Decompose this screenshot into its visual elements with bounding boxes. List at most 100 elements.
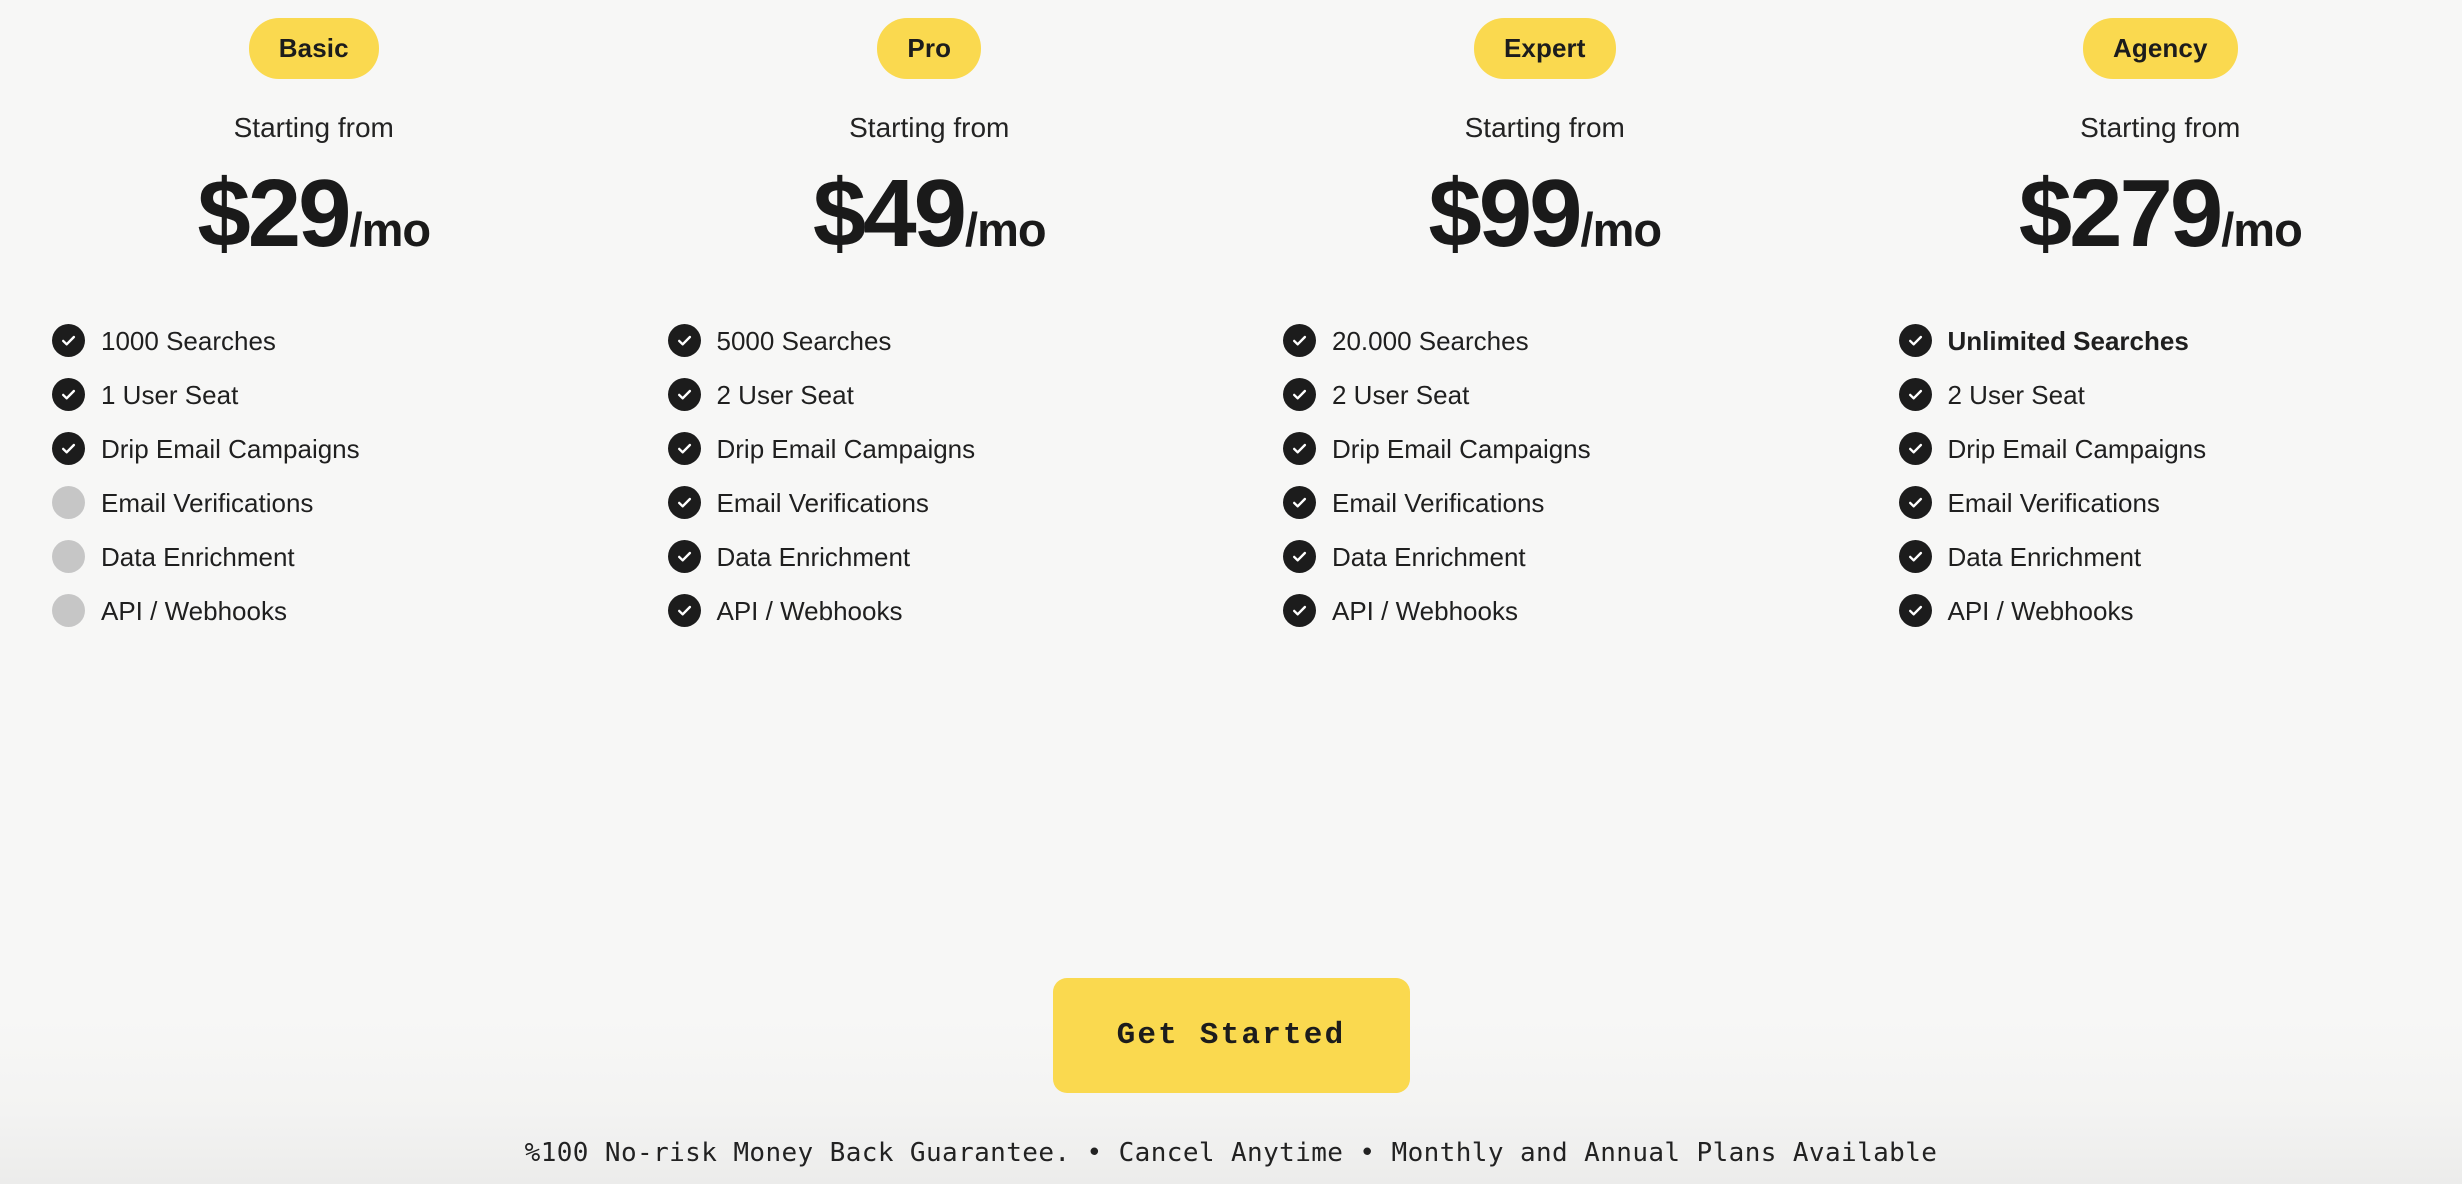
check-icon (1898, 594, 1932, 628)
pricing-plan-agency: Agency Starting from $279/mo Unlimited Sear… (1847, 0, 2462, 638)
feature-label: Drip Email Campaigns (101, 433, 360, 464)
starting-from-label: Starting from (2080, 112, 2241, 143)
disabled-dot-icon (52, 540, 85, 574)
check-icon (667, 432, 701, 466)
feature-row: Data Enrichment (52, 530, 616, 584)
check-icon (1898, 540, 1932, 574)
feature-label: 2 User Seat (716, 379, 854, 410)
check-icon (1898, 486, 1932, 520)
feature-list: 5000 Searches 2 User Seat Drip Email Campa… (616, 314, 1232, 638)
check-icon (1283, 594, 1316, 628)
plan-header: Agency Starting from $279/mo (1847, 18, 2462, 262)
feature-list: 20.000 Searches 2 User Seat Drip Email Cam… (1231, 314, 1847, 638)
feature-row: Drip Email Campaigns (667, 422, 1232, 476)
feature-label: API / Webhooks (716, 595, 903, 626)
pricing-plan-pro: Pro Starting from $49/mo 5000 Searches 2 Use… (616, 0, 1232, 638)
feature-row: 1000 Searches (52, 314, 616, 368)
price-period: /mo (1580, 202, 1663, 256)
feature-row: Email Verifications (667, 476, 1232, 530)
check-icon (667, 324, 701, 358)
feature-label: 2 User Seat (1947, 379, 2085, 410)
disabled-dot-icon (52, 486, 85, 520)
feature-row: 5000 Searches (667, 314, 1232, 368)
feature-label: 5000 Searches (716, 325, 892, 356)
pricing-plans-row: Basic Starting from $29/mo 1000 Searches 1 U… (0, 0, 2462, 638)
feature-row: Drip Email Campaigns (52, 422, 616, 476)
feature-row: Data Enrichment (1283, 530, 1847, 584)
feature-row: Unlimited Searches (1898, 314, 2462, 368)
feature-label: Unlimited Searches (1947, 325, 2189, 356)
check-icon (1898, 324, 1932, 358)
plan-badge[interactable]: Pro (877, 18, 982, 79)
check-icon (52, 432, 85, 466)
plan-price: $29/mo (12, 159, 616, 267)
starting-from-label: Starting from (1464, 112, 1625, 143)
feature-label: API / Webhooks (101, 595, 287, 626)
check-icon (667, 378, 701, 412)
feature-row: Email Verifications (1283, 476, 1847, 530)
price-period: /mo (2221, 202, 2303, 256)
feature-label: Data Enrichment (1332, 541, 1526, 572)
plan-badge[interactable]: Agency (2082, 18, 2238, 79)
plan-price: $279/mo (1859, 165, 2462, 262)
feature-label: 2 User Seat (1332, 379, 1470, 410)
guarantee-footnote: %100 No-risk Money Back Guarantee. • Can… (524, 1138, 1938, 1168)
plan-badge[interactable]: Basic (248, 18, 379, 79)
feature-list: 1000 Searches 1 User Seat Drip Email Campa… (0, 314, 616, 638)
feature-label: API / Webhooks (1332, 595, 1518, 626)
check-icon (1898, 432, 1932, 466)
feature-label: 20.000 Searches (1332, 325, 1529, 356)
disabled-dot-icon (52, 594, 85, 628)
plan-price: $49/mo (628, 159, 1232, 267)
check-icon (667, 486, 701, 520)
price-period: /mo (349, 202, 432, 256)
feature-label: Email Verifications (1332, 487, 1545, 518)
check-icon (667, 594, 701, 628)
feature-label: 1 User Seat (101, 379, 239, 410)
feature-label: Drip Email Campaigns (1947, 433, 2207, 464)
feature-label: Drip Email Campaigns (1332, 433, 1591, 464)
check-icon (1898, 378, 1932, 412)
plan-price: $99/mo (1243, 159, 1847, 267)
feature-row: 20.000 Searches (1283, 314, 1847, 368)
price-amount: $99 (1428, 159, 1582, 267)
cta-section: Get Started (0, 978, 2462, 1093)
feature-label: Email Verifications (1947, 487, 2160, 518)
feature-row: API / Webhooks (52, 584, 616, 638)
feature-label: Email Verifications (716, 487, 929, 518)
feature-row: 2 User Seat (667, 368, 1232, 422)
price-amount: $29 (197, 159, 351, 267)
feature-row: API / Webhooks (667, 584, 1232, 638)
plan-header: Pro Starting from $49/mo (616, 18, 1232, 262)
check-icon (667, 540, 701, 574)
starting-from-label: Starting from (849, 112, 1010, 143)
get-started-button[interactable]: Get Started (1052, 978, 1410, 1093)
feature-label: API / Webhooks (1947, 595, 2134, 626)
feature-list: Unlimited Searches 2 User Seat Drip Email … (1847, 314, 2462, 638)
pricing-plan-basic: Basic Starting from $29/mo 1000 Searches 1 U… (0, 0, 616, 638)
pricing-page: Basic Starting from $29/mo 1000 Searches 1 U… (0, 0, 2462, 1184)
price-amount: $49 (812, 159, 967, 267)
plan-badge[interactable]: Expert (1473, 18, 1616, 79)
feature-row: Email Verifications (1898, 476, 2462, 530)
feature-label: Data Enrichment (101, 541, 295, 572)
check-icon (1283, 432, 1316, 466)
feature-row: 1 User Seat (52, 368, 616, 422)
check-icon (1283, 486, 1316, 520)
feature-label: 1000 Searches (101, 325, 276, 356)
check-icon (1283, 324, 1316, 358)
plan-header: Basic Starting from $29/mo (0, 18, 616, 262)
feature-label: Data Enrichment (716, 541, 911, 572)
feature-row: Drip Email Campaigns (1898, 422, 2462, 476)
feature-row: Drip Email Campaigns (1283, 422, 1847, 476)
feature-row: 2 User Seat (1898, 368, 2462, 422)
feature-row: Data Enrichment (1898, 530, 2462, 584)
feature-row: API / Webhooks (1898, 584, 2462, 638)
price-period: /mo (965, 202, 1047, 256)
check-icon (1283, 378, 1316, 412)
feature-label: Email Verifications (101, 487, 314, 518)
feature-row: Data Enrichment (667, 530, 1232, 584)
feature-row: 2 User Seat (1283, 368, 1847, 422)
feature-label: Data Enrichment (1947, 541, 2142, 572)
check-icon (1283, 540, 1316, 574)
